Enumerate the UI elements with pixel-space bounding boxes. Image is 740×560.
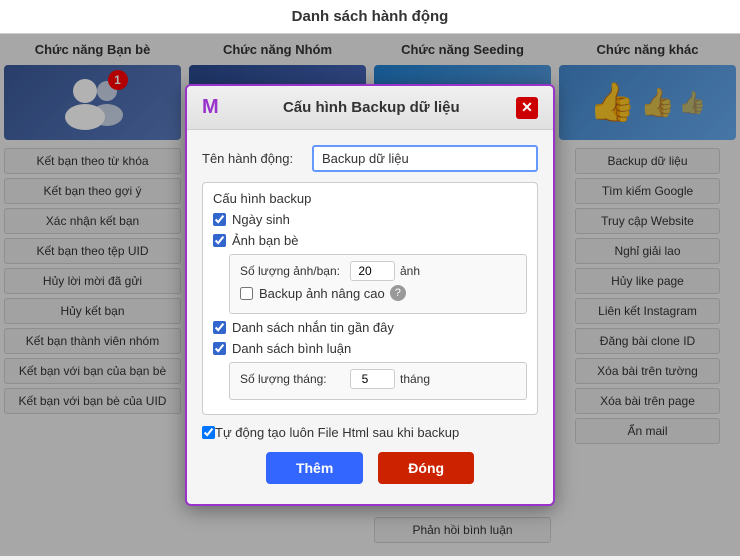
thang-sub-section: Số lượng tháng: tháng — [229, 362, 527, 400]
backup-nang-cao-label: Backup ảnh nâng cao — [259, 286, 385, 301]
binh-luan-label: Danh sách bình luận — [232, 341, 351, 356]
so-luong-thang-row: Số lượng tháng: tháng — [240, 369, 516, 389]
so-luong-thang-label: Số lượng tháng: — [240, 372, 350, 386]
modal-header: M Cấu hình Backup dữ liệu ✕ — [187, 86, 553, 130]
dong-button[interactable]: Đóng — [378, 452, 474, 484]
tin-nhan-checkbox[interactable] — [213, 321, 226, 334]
auto-backup-label: Tự động tạo luôn File Html sau khi backu… — [215, 425, 459, 440]
action-name-input[interactable] — [312, 145, 538, 172]
so-luong-anh-input[interactable] — [350, 261, 395, 281]
ngay-sinh-checkbox[interactable] — [213, 213, 226, 226]
so-luong-thang-spinner — [350, 369, 395, 389]
so-luong-anh-row: Số lượng ảnh/bạn: ảnh — [240, 261, 516, 281]
anh-ban-be-row: Ảnh bạn bè — [213, 233, 527, 248]
so-luong-anh-label: Số lượng ảnh/bạn: — [240, 264, 350, 278]
tin-nhan-row: Danh sách nhắn tin gần đây — [213, 320, 527, 335]
modal-footer: Thêm Đóng — [202, 452, 538, 489]
binh-luan-checkbox[interactable] — [213, 342, 226, 355]
ngay-sinh-label: Ngày sinh — [232, 212, 290, 227]
config-section: Cấu hình backup Ngày sinh Ảnh bạn bè Số … — [202, 182, 538, 415]
so-luong-thang-input[interactable] — [350, 369, 395, 389]
config-title: Cấu hình backup — [213, 191, 527, 206]
anh-sub-section: Số lượng ảnh/bạn: ảnh Backup ảnh nâng ca… — [229, 254, 527, 314]
so-luong-anh-unit: ảnh — [400, 264, 420, 278]
auto-backup-checkbox[interactable] — [202, 426, 215, 439]
auto-backup-row: Tự động tạo luôn File Html sau khi backu… — [202, 425, 538, 440]
action-name-label: Tên hành động: — [202, 151, 312, 166]
anh-ban-be-checkbox[interactable] — [213, 234, 226, 247]
binh-luan-row: Danh sách bình luận — [213, 341, 527, 356]
anh-ban-be-label: Ảnh bạn bè — [232, 233, 299, 248]
modal-logo-icon: M — [202, 96, 219, 119]
them-button[interactable]: Thêm — [266, 452, 363, 484]
backup-nang-cao-checkbox[interactable] — [240, 287, 253, 300]
modal-overlay: M Cấu hình Backup dữ liệu ✕ Tên hành độn… — [0, 34, 740, 556]
modal-title: Cấu hình Backup dữ liệu — [227, 99, 516, 116]
question-mark-icon: ? — [390, 285, 406, 301]
action-name-row: Tên hành động: — [202, 145, 538, 172]
so-luong-thang-unit: tháng — [400, 372, 430, 386]
modal-close-button[interactable]: ✕ — [516, 97, 538, 119]
page-title: Danh sách hành động — [0, 0, 740, 34]
tin-nhan-label: Danh sách nhắn tin gần đây — [232, 320, 394, 335]
modal-body: Tên hành động: Cấu hình backup Ngày sinh… — [187, 130, 553, 504]
backup-nang-cao-row: Backup ảnh nâng cao ? — [240, 285, 516, 301]
ngay-sinh-row: Ngày sinh — [213, 212, 527, 227]
so-luong-anh-spinner — [350, 261, 395, 281]
backup-config-modal: M Cấu hình Backup dữ liệu ✕ Tên hành độn… — [185, 84, 555, 506]
